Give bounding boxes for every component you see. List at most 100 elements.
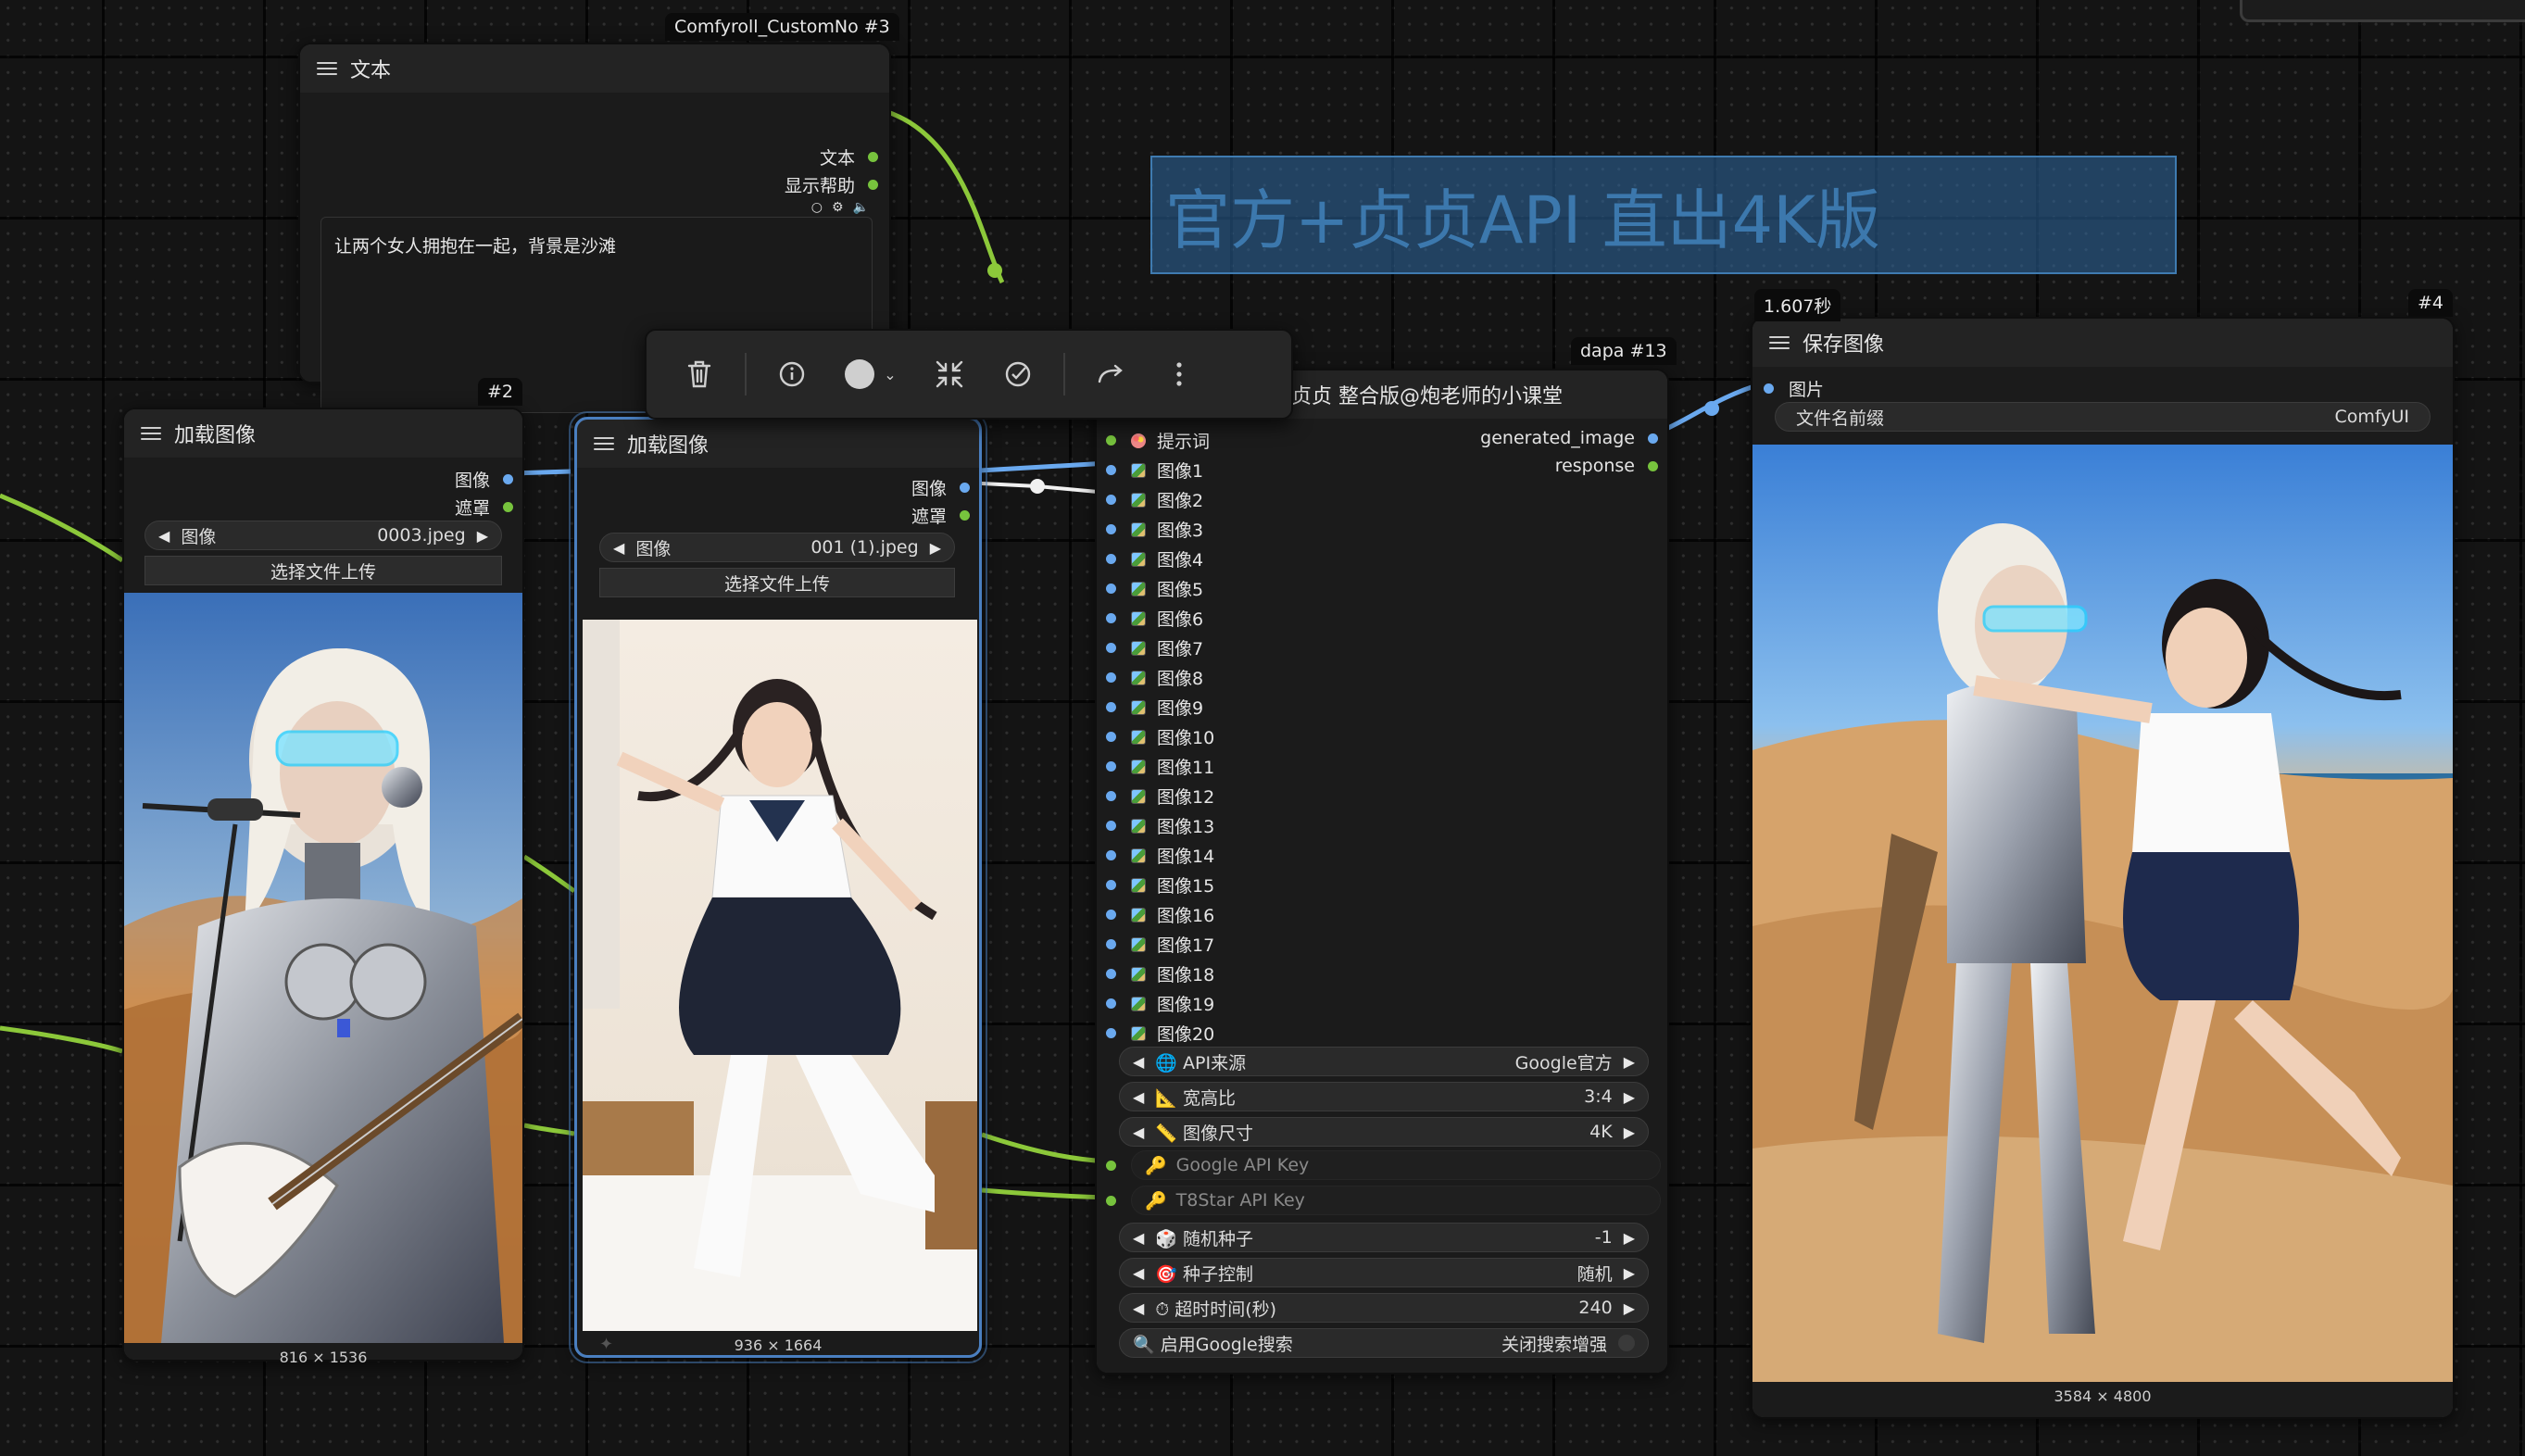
widget-aspect-ratio[interactable]: ◀ 📐 宽高比 3:4 ▶: [1119, 1082, 1649, 1111]
arrow-right-icon[interactable]: ▶: [477, 527, 488, 545]
input-image-20[interactable]: 图像20: [1106, 1021, 1214, 1046]
input-image-1[interactable]: 图像1: [1106, 458, 1203, 483]
input-dot[interactable]: [1106, 880, 1116, 890]
input-dot[interactable]: [1106, 910, 1116, 920]
output-generated-image[interactable]: generated_image: [1480, 428, 1658, 448]
arrow-right-icon[interactable]: ▶: [1624, 1229, 1635, 1247]
input-image-5[interactable]: 图像5: [1106, 576, 1203, 601]
input-image-7[interactable]: 图像7: [1106, 635, 1203, 660]
input-dot[interactable]: [1764, 383, 1774, 394]
input-dot[interactable]: [1106, 495, 1116, 505]
input-dot[interactable]: [1106, 998, 1116, 1009]
toggle-off-icon[interactable]: [1618, 1335, 1635, 1351]
collapse-icon[interactable]: [915, 346, 984, 402]
input-image-3[interactable]: 图像3: [1106, 517, 1203, 542]
bypass-icon[interactable]: [984, 346, 1052, 402]
image-select-widget[interactable]: ◀ 图像 0003.jpeg ▶: [144, 521, 502, 550]
widget-google-search-toggle[interactable]: 🔍 启用Google搜索 关闭搜索增强: [1119, 1328, 1649, 1358]
load-image-a-header[interactable]: 加载图像: [124, 409, 522, 458]
input-image-15[interactable]: 图像15: [1106, 872, 1214, 897]
widget-timeout[interactable]: ◀ ⏱ 超时时间(秒) 240 ▶: [1119, 1293, 1649, 1323]
input-image-9[interactable]: 图像9: [1106, 695, 1203, 720]
google-api-key-field[interactable]: 🔑 Google API Key: [1131, 1150, 1661, 1180]
input-dot[interactable]: [1106, 1160, 1116, 1171]
input-image-11[interactable]: 图像11: [1106, 754, 1214, 779]
upload-button[interactable]: 选择文件上传: [599, 568, 955, 597]
widget-api-source[interactable]: ◀ 🌐 API来源 Google官方 ▶: [1119, 1047, 1649, 1076]
input-google-api-key[interactable]: 🔑 Google API Key: [1106, 1150, 1662, 1180]
output-dot[interactable]: [503, 502, 513, 512]
speaker-icon[interactable]: 🔈: [853, 200, 869, 215]
output-image[interactable]: 图像: [911, 475, 970, 500]
input-image-14[interactable]: 图像14: [1106, 843, 1214, 868]
input-image-2[interactable]: 图像2: [1106, 487, 1203, 512]
output-text[interactable]: 文本: [820, 144, 878, 169]
arrow-left-icon[interactable]: ◀: [1133, 1053, 1144, 1071]
input-images[interactable]: 图片: [1764, 376, 1824, 401]
input-dot[interactable]: [1106, 584, 1116, 594]
load-image-node-a[interactable]: 加载图像 图像 遮罩 ◀ 图像 0003.jpeg ▶ 选择文件上传 816 ×…: [122, 408, 524, 1366]
save-image-node[interactable]: 保存图像 图片 文件名前缀 ComfyUI 3584 × 4800: [1751, 317, 2455, 1419]
dapa-node[interactable]: 贞贞 整合版@炮老师的小课堂 generated_image response …: [1095, 369, 1669, 1374]
input-dot[interactable]: [1106, 465, 1116, 475]
input-dot[interactable]: [1106, 613, 1116, 623]
input-image-17[interactable]: 图像17: [1106, 932, 1214, 957]
chevron-down-icon[interactable]: ⌄: [884, 366, 896, 383]
input-dot[interactable]: [1106, 1195, 1116, 1206]
output-dot[interactable]: [868, 152, 878, 162]
t8star-api-key-field[interactable]: 🔑 T8Star API Key: [1131, 1186, 1661, 1215]
arrow-left-icon[interactable]: ◀: [1133, 1123, 1144, 1141]
output-show-help[interactable]: 显示帮助: [785, 172, 878, 197]
input-t8star-api-key[interactable]: 🔑 T8Star API Key: [1106, 1186, 1662, 1215]
input-image-18[interactable]: 图像18: [1106, 961, 1214, 986]
arrow-right-icon[interactable]: ▶: [1624, 1299, 1635, 1317]
upload-button[interactable]: 选择文件上传: [144, 556, 502, 585]
output-mask[interactable]: 遮罩: [911, 503, 970, 528]
menu-icon[interactable]: [594, 437, 614, 450]
arrow-left-icon[interactable]: ◀: [613, 539, 624, 557]
arrow-right-icon[interactable]: ▶: [1624, 1053, 1635, 1071]
circle-icon[interactable]: ○: [811, 200, 823, 215]
info-icon[interactable]: [758, 346, 826, 402]
input-dot[interactable]: [1106, 643, 1116, 653]
arrow-right-icon[interactable]: ▶: [930, 539, 941, 557]
input-dot[interactable]: [1106, 732, 1116, 742]
input-dot[interactable]: [1106, 554, 1116, 564]
input-dot[interactable]: [1106, 761, 1116, 772]
input-dot[interactable]: [1106, 702, 1116, 712]
input-image-19[interactable]: 图像19: [1106, 991, 1214, 1016]
output-dot[interactable]: [868, 180, 878, 190]
input-dot[interactable]: [1106, 524, 1116, 534]
input-image-16[interactable]: 图像16: [1106, 902, 1214, 927]
load-image-node-b[interactable]: 加载图像 图像 遮罩 ◀ 图像 001 (1).jpeg ▶ 选择文件上传 93…: [569, 411, 987, 1363]
more-vertical-icon[interactable]: [1145, 346, 1213, 402]
filename-prefix-widget[interactable]: 文件名前缀 ComfyUI: [1775, 402, 2431, 432]
menu-icon[interactable]: [141, 427, 161, 440]
arrow-left-icon[interactable]: ◀: [158, 527, 170, 545]
widget-random-seed[interactable]: ◀ 🎲 随机种子 -1 ▶: [1119, 1223, 1649, 1252]
widget-image-size[interactable]: ◀ 📏 图像尺寸 4K ▶: [1119, 1117, 1649, 1147]
arrow-right-icon[interactable]: ▶: [1624, 1264, 1635, 1282]
input-dot[interactable]: [1106, 969, 1116, 979]
arrow-right-icon[interactable]: ▶: [1624, 1088, 1635, 1106]
widget-seed-control[interactable]: ◀ 🎯 种子控制 随机 ▶: [1119, 1258, 1649, 1287]
output-dot[interactable]: [1648, 433, 1658, 444]
menu-icon[interactable]: [1769, 336, 1790, 349]
input-image-10[interactable]: 图像10: [1106, 724, 1214, 749]
output-dot[interactable]: [960, 483, 970, 493]
input-image-8[interactable]: 图像8: [1106, 665, 1203, 690]
arrow-left-icon[interactable]: ◀: [1133, 1088, 1144, 1106]
output-mask[interactable]: 遮罩: [455, 495, 513, 520]
input-dot[interactable]: [1106, 435, 1116, 446]
arrow-left-icon[interactable]: ◀: [1133, 1299, 1144, 1317]
gear-icon[interactable]: ⚙: [832, 200, 844, 215]
input-image-12[interactable]: 图像12: [1106, 784, 1214, 809]
redo-icon[interactable]: [1076, 346, 1145, 402]
input-dot[interactable]: [1106, 850, 1116, 860]
output-response[interactable]: response: [1555, 456, 1658, 476]
arrow-left-icon[interactable]: ◀: [1133, 1229, 1144, 1247]
text-widget-icons[interactable]: ○ ⚙ 🔈: [811, 200, 869, 215]
save-node-header[interactable]: 保存图像: [1752, 319, 2453, 367]
output-image[interactable]: 图像: [455, 467, 513, 492]
group-title-note[interactable]: 官方+贞贞API 直出4K版: [1150, 156, 2177, 274]
